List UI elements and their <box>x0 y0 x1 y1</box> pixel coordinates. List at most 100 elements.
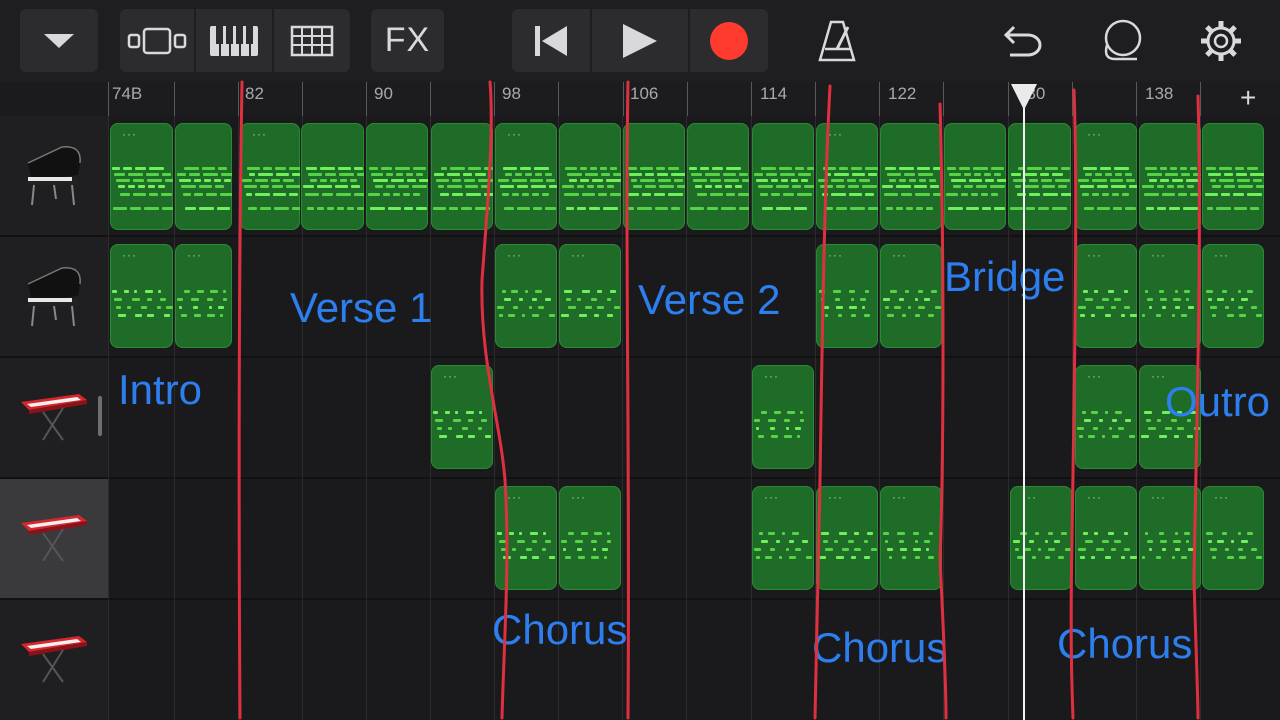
region-dots: ··· <box>1151 490 1166 504</box>
midi-note <box>600 167 607 170</box>
midi-note <box>381 167 392 170</box>
midi-note <box>579 314 587 317</box>
midi-region[interactable] <box>175 123 232 230</box>
midi-region[interactable] <box>1008 123 1071 230</box>
midi-region[interactable]: ··· <box>175 244 232 348</box>
midi-note <box>899 298 904 301</box>
midi-note <box>1129 435 1135 438</box>
midi-region[interactable]: ··· <box>240 123 300 230</box>
midi-region[interactable]: ··· <box>752 365 814 469</box>
fx-button[interactable]: FX <box>371 9 444 72</box>
region-dots: ··· <box>252 127 267 141</box>
midi-note <box>1043 193 1058 196</box>
midi-note <box>865 167 878 170</box>
midi-note <box>739 173 748 176</box>
midi-region[interactable]: ··· <box>880 486 942 590</box>
region-dots: ··· <box>892 248 907 262</box>
playhead[interactable] <box>1023 86 1025 720</box>
track-header-synth-3[interactable] <box>0 600 108 720</box>
add-section-button[interactable]: + <box>1240 82 1256 114</box>
midi-region[interactable]: ··· <box>1075 244 1137 348</box>
midi-region[interactable]: ··· <box>1075 123 1137 230</box>
midi-region[interactable] <box>1139 123 1201 230</box>
keyboard-button[interactable] <box>196 9 272 72</box>
midi-region[interactable]: ··· <box>1139 244 1201 348</box>
midi-note <box>134 290 137 293</box>
midi-note <box>1099 419 1103 422</box>
midi-region[interactable]: ··· <box>816 123 878 230</box>
midi-region[interactable]: ··· <box>495 123 557 230</box>
midi-note <box>1250 173 1264 176</box>
midi-region[interactable]: ··· <box>495 486 557 590</box>
midi-note <box>1122 193 1129 196</box>
midi-note <box>823 167 836 170</box>
midi-note <box>1111 548 1116 551</box>
bar-ruler[interactable]: 74B 82 90 98 106 114 122 130 138 + <box>108 82 1280 116</box>
midi-note <box>917 167 930 170</box>
midi-region[interactable]: ··· <box>816 244 878 348</box>
playhead-handle[interactable] <box>1011 84 1037 110</box>
midi-region[interactable]: ··· <box>1010 486 1072 590</box>
track-header-piano-1[interactable] <box>0 116 108 237</box>
menu-button[interactable] <box>20 9 98 72</box>
midi-region[interactable]: ··· <box>1075 365 1137 469</box>
midi-region[interactable] <box>623 123 685 230</box>
track-header-piano-2[interactable] <box>0 237 108 358</box>
midi-region[interactable]: ··· <box>816 486 878 590</box>
record-button[interactable] <box>690 9 768 72</box>
midi-note <box>1159 290 1164 293</box>
midi-region[interactable]: ··· <box>110 244 173 348</box>
midi-region[interactable] <box>301 123 364 230</box>
midi-note <box>1085 173 1092 176</box>
midi-region[interactable]: ··· <box>1202 486 1264 590</box>
midi-region[interactable] <box>366 123 428 230</box>
midi-region[interactable]: ··· <box>880 244 942 348</box>
midi-region[interactable] <box>687 123 749 230</box>
play-button[interactable] <box>592 9 688 72</box>
synth-keyboard-icon <box>21 514 87 562</box>
midi-region[interactable]: ··· <box>559 244 621 348</box>
midi-note <box>918 290 923 293</box>
ruler-label: 74B <box>112 84 143 103</box>
midi-region[interactable] <box>431 123 493 230</box>
midi-region[interactable]: ··· <box>1139 486 1201 590</box>
midi-note <box>582 193 595 196</box>
midi-note <box>543 532 546 535</box>
metronome-button[interactable] <box>800 9 874 72</box>
grid-button[interactable] <box>274 9 350 72</box>
midi-note <box>133 179 144 182</box>
midi-note <box>768 532 775 535</box>
midi-region[interactable] <box>880 123 942 230</box>
midi-note <box>607 298 611 301</box>
midi-note <box>497 532 502 535</box>
midi-note <box>568 532 574 535</box>
tracks-view-button[interactable] <box>120 9 194 72</box>
undo-button[interactable] <box>990 9 1056 72</box>
midi-note <box>1048 548 1055 551</box>
region-dots: ··· <box>571 248 586 262</box>
midi-note <box>464 179 475 182</box>
loop-button[interactable] <box>1090 9 1156 72</box>
midi-region[interactable]: ··· <box>559 486 621 590</box>
midi-note <box>1212 556 1216 559</box>
midi-region[interactable]: ··· <box>1075 486 1137 590</box>
midi-region[interactable]: ··· <box>495 244 557 348</box>
midi-region[interactable]: ··· <box>431 365 493 469</box>
midi-region[interactable]: ··· <box>110 123 173 230</box>
midi-region[interactable] <box>752 123 814 230</box>
rewind-button[interactable] <box>512 9 590 72</box>
midi-note <box>1165 173 1178 176</box>
midi-note <box>116 306 121 309</box>
track-header-synth-1[interactable] <box>0 358 108 479</box>
midi-note <box>1078 306 1086 309</box>
midi-region[interactable]: ··· <box>752 486 814 590</box>
midi-note <box>1241 540 1248 543</box>
midi-region[interactable] <box>944 123 1006 230</box>
track-header-synth-2[interactable] <box>0 479 108 600</box>
toolbar: FX <box>0 0 1280 82</box>
track-list-scrollbar[interactable] <box>98 396 102 436</box>
midi-region[interactable] <box>559 123 621 230</box>
settings-button[interactable] <box>1188 9 1254 72</box>
midi-region[interactable]: ··· <box>1202 244 1264 348</box>
midi-region[interactable] <box>1202 123 1264 230</box>
